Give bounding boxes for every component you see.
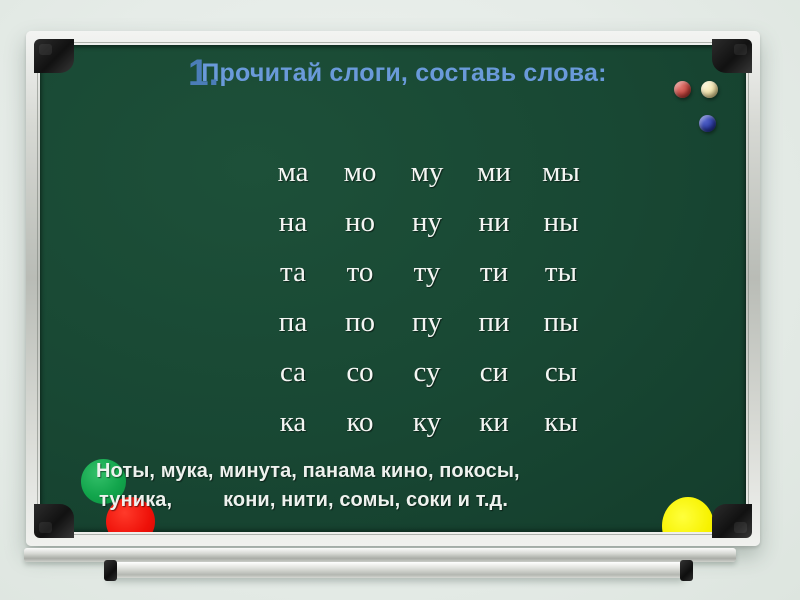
- syllable-cell: су: [413, 355, 441, 388]
- syllable-cell: ма: [277, 155, 309, 188]
- pen-tray-lip: [108, 562, 684, 578]
- syllable-cell: ку: [412, 405, 442, 438]
- syllable-cell: ми: [477, 155, 511, 188]
- syllable-cell: ту: [413, 255, 441, 288]
- syllable-row: на но ну ни ны: [262, 197, 592, 247]
- syllable-cell: му: [410, 155, 444, 188]
- syllable-cell: но: [344, 205, 376, 238]
- chalkboard-frame: 1. Прочитай слоги, составь слова: ма мо …: [26, 31, 760, 546]
- syllable-cell: пу: [411, 305, 443, 338]
- syllable-cell: по: [344, 305, 376, 338]
- syllable-row: ка ко ку ки кы: [262, 397, 592, 447]
- syllable-cell: мо: [343, 155, 377, 188]
- syllable-row: па по пу пи пы: [262, 297, 592, 347]
- syllable-cell: то: [346, 255, 374, 288]
- syllable-cell: ко: [346, 405, 374, 438]
- syllable-cell: са: [279, 355, 307, 388]
- frame-corner-top-right: [712, 39, 752, 73]
- answer-line-2: туника, кони, нити, сомы, соки и т.д.: [99, 489, 508, 511]
- syllable-cell: кы: [544, 405, 578, 438]
- magnet-blue-small-icon: [699, 115, 716, 132]
- syllable-cell: си: [479, 355, 509, 388]
- pen-tray-bracket-left: [104, 560, 117, 581]
- frame-corner-bottom-right: [712, 504, 752, 538]
- syllable-cell: ти: [479, 255, 509, 288]
- answer-line-1: Ноты, мука, минута, панама кино, покосы,: [96, 460, 520, 482]
- headline: 1. Прочитай слоги, составь слова:: [64, 52, 704, 93]
- pen-tray-bracket-right: [680, 560, 693, 581]
- syllable-cell: на: [278, 205, 308, 238]
- syllable-cell: та: [280, 255, 306, 288]
- syllable-cell: ни: [478, 205, 510, 238]
- magnet-red-small-icon: [674, 81, 691, 98]
- syllable-cell: со: [346, 355, 374, 388]
- frame-corner-bottom-left: [34, 504, 74, 538]
- syllable-cell: пи: [478, 305, 510, 338]
- syllable-row: ма мо му ми мы: [262, 147, 592, 197]
- syllable-cell: сы: [544, 355, 578, 388]
- syllable-cell: пы: [543, 305, 579, 338]
- chalkboard-surface: 1. Прочитай слоги, составь слова: ма мо …: [40, 45, 746, 532]
- syllable-cell: ты: [544, 255, 578, 288]
- syllable-cell: ну: [411, 205, 443, 238]
- frame-corner-top-left: [34, 39, 74, 73]
- answer-block: Ноты, мука, минута, панама кино, покосы,…: [96, 457, 696, 515]
- syllable-row: та то ту ти ты: [262, 247, 592, 297]
- pen-tray: [24, 548, 736, 562]
- syllable-row: са со су си сы: [262, 347, 592, 397]
- syllable-cell: ны: [543, 205, 579, 238]
- syllable-cell: ка: [279, 405, 307, 438]
- headline-number: 1.: [188, 52, 219, 93]
- syllable-cell: па: [278, 305, 308, 338]
- syllable-cell: мы: [542, 155, 580, 188]
- slide-stage: 1. Прочитай слоги, составь слова: ма мо …: [0, 0, 800, 600]
- magnet-cream-small-icon: [701, 81, 718, 98]
- syllable-grid: ма мо му ми мы на но ну ни ны та то ту т…: [262, 147, 592, 447]
- syllable-cell: ки: [479, 405, 509, 438]
